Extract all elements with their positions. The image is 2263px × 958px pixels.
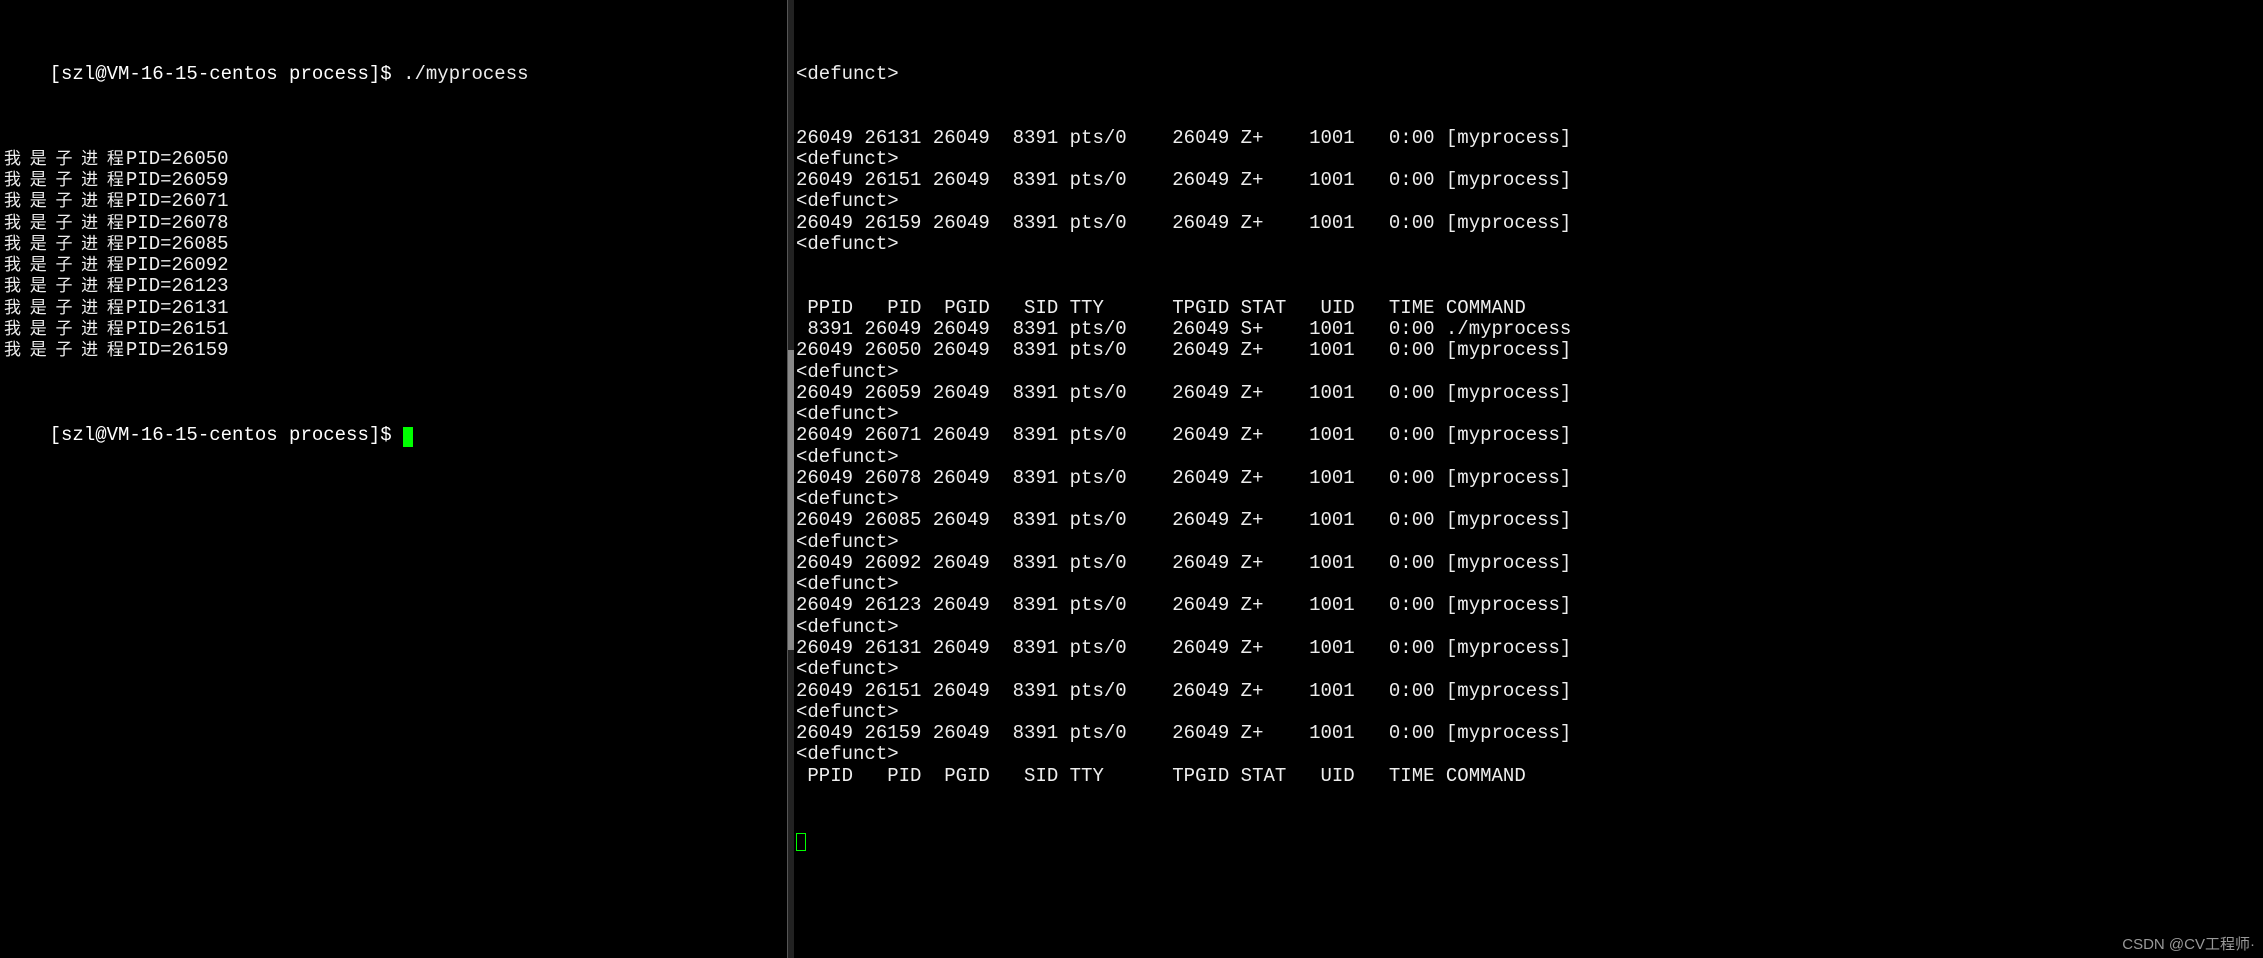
child-process-line: 我 是 子 进 程PID=26071: [4, 191, 783, 212]
child-label: 我 是 子 进 程: [4, 213, 126, 232]
ps-row: 26049 26131 26049 8391 pts/0 26049 Z+ 10…: [796, 638, 2259, 659]
child-label: 我 是 子 进 程: [4, 319, 126, 338]
child-process-line: 我 是 子 进 程PID=26092: [4, 255, 783, 276]
child-process-line: 我 是 子 进 程PID=26151: [4, 319, 783, 340]
defunct-line: <defunct>: [796, 191, 2259, 212]
ps-output-block-1: 26049 26131 26049 8391 pts/0 26049 Z+ 10…: [796, 128, 2259, 256]
child-pid: PID=26123: [126, 275, 229, 297]
child-pid: PID=26159: [126, 339, 229, 361]
ps-row: 26049 26059 26049 8391 pts/0 26049 Z+ 10…: [796, 383, 2259, 404]
defunct-line: <defunct>: [796, 532, 2259, 553]
bracket-close: ]$: [369, 424, 403, 446]
defunct-line: <defunct>: [796, 659, 2259, 680]
ps-row: 26049 26151 26049 8391 pts/0 26049 Z+ 10…: [796, 681, 2259, 702]
child-pid: PID=26151: [126, 318, 229, 340]
child-label: 我 是 子 进 程: [4, 170, 126, 189]
command-text: ./myprocess: [403, 63, 528, 85]
defunct-line: <defunct>: [796, 574, 2259, 595]
child-process-line: 我 是 子 进 程PID=26078: [4, 213, 783, 234]
ps-row: 26049 26071 26049 8391 pts/0 26049 Z+ 10…: [796, 425, 2259, 446]
defunct-line: <defunct>: [796, 489, 2259, 510]
child-label: 我 是 子 进 程: [4, 298, 126, 317]
ps-row: 26049 26078 26049 8391 pts/0 26049 Z+ 10…: [796, 468, 2259, 489]
defunct-line: <defunct>: [796, 744, 2259, 765]
child-pid: PID=26078: [126, 212, 229, 234]
cursor-outline-icon[interactable]: [796, 833, 806, 851]
ps-header-row: PPID PID PGID SID TTY TPGID STAT UID TIM…: [796, 298, 2259, 319]
ps-row: 26049 26159 26049 8391 pts/0 26049 Z+ 10…: [796, 723, 2259, 744]
right-terminal-pane[interactable]: <defunct> 26049 26131 26049 8391 pts/0 2…: [788, 0, 2263, 958]
child-label: 我 是 子 进 程: [4, 191, 126, 210]
child-pid: PID=26071: [126, 190, 229, 212]
ps-row: 26049 26151 26049 8391 pts/0 26049 Z+ 10…: [796, 170, 2259, 191]
bracket-close: ]$: [369, 63, 403, 85]
defunct-line: <defunct>: [796, 404, 2259, 425]
ps-row: 26049 26123 26049 8391 pts/0 26049 Z+ 10…: [796, 595, 2259, 616]
cursor-icon[interactable]: [403, 427, 413, 447]
left-terminal-pane[interactable]: [szl@VM-16-15-centos process]$ ./myproce…: [0, 0, 788, 958]
prompt-line-1: [szl@VM-16-15-centos process]$ ./myproce…: [4, 43, 783, 107]
child-pid: PID=26085: [126, 233, 229, 255]
child-pid: PID=26092: [126, 254, 229, 276]
scrollbar-track[interactable]: [788, 0, 794, 958]
ps-row: 8391 26049 26049 8391 pts/0 26049 S+ 100…: [796, 319, 2259, 340]
child-label: 我 是 子 进 程: [4, 276, 126, 295]
child-process-line: 我 是 子 进 程PID=26123: [4, 276, 783, 297]
ps-row: 26049 26050 26049 8391 pts/0 26049 Z+ 10…: [796, 340, 2259, 361]
child-label: 我 是 子 进 程: [4, 149, 126, 168]
ps-row: 26049 26131 26049 8391 pts/0 26049 Z+ 10…: [796, 128, 2259, 149]
ps-row: 26049 26092 26049 8391 pts/0 26049 Z+ 10…: [796, 553, 2259, 574]
child-process-line: 我 是 子 进 程PID=26050: [4, 149, 783, 170]
child-process-line: 我 是 子 进 程PID=26131: [4, 298, 783, 319]
ps-header-row: PPID PID PGID SID TTY TPGID STAT UID TIM…: [796, 766, 2259, 787]
defunct-line: <defunct>: [796, 234, 2259, 255]
ps-row: 26049 26085 26049 8391 pts/0 26049 Z+ 10…: [796, 510, 2259, 531]
scrollbar-thumb[interactable]: [788, 350, 794, 650]
child-pid: PID=26059: [126, 169, 229, 191]
child-pid: PID=26131: [126, 297, 229, 319]
prompt-cursor-line[interactable]: [796, 829, 2259, 850]
prompt-line-2[interactable]: [szl@VM-16-15-centos process]$: [4, 404, 783, 468]
prompt-user-host: szl@VM-16-15-centos process: [61, 424, 369, 446]
child-label: 我 是 子 进 程: [4, 340, 126, 359]
ps-output-block-2: PPID PID PGID SID TTY TPGID STAT UID TIM…: [796, 298, 2259, 787]
defunct-line: <defunct>: [796, 617, 2259, 638]
child-process-line: 我 是 子 进 程PID=26085: [4, 234, 783, 255]
child-process-line: 我 是 子 进 程PID=26159: [4, 340, 783, 361]
ps-row: 26049 26159 26049 8391 pts/0 26049 Z+ 10…: [796, 213, 2259, 234]
child-process-line: 我 是 子 进 程PID=26059: [4, 170, 783, 191]
watermark-text: CSDN @CV工程师·: [2122, 937, 2255, 954]
defunct-line: <defunct>: [796, 362, 2259, 383]
prompt-user-host: szl@VM-16-15-centos process: [61, 63, 369, 85]
child-process-output: 我 是 子 进 程PID=26050我 是 子 进 程PID=26059我 是 …: [4, 149, 783, 362]
defunct-line: <defunct>: [796, 447, 2259, 468]
child-pid: PID=26050: [126, 148, 229, 170]
child-label: 我 是 子 进 程: [4, 255, 126, 274]
bracket-open: [: [50, 424, 61, 446]
child-label: 我 是 子 进 程: [4, 234, 126, 253]
defunct-line: <defunct>: [796, 149, 2259, 170]
bracket-open: [: [50, 63, 61, 85]
defunct-line: <defunct>: [796, 64, 2259, 85]
defunct-line: <defunct>: [796, 702, 2259, 723]
